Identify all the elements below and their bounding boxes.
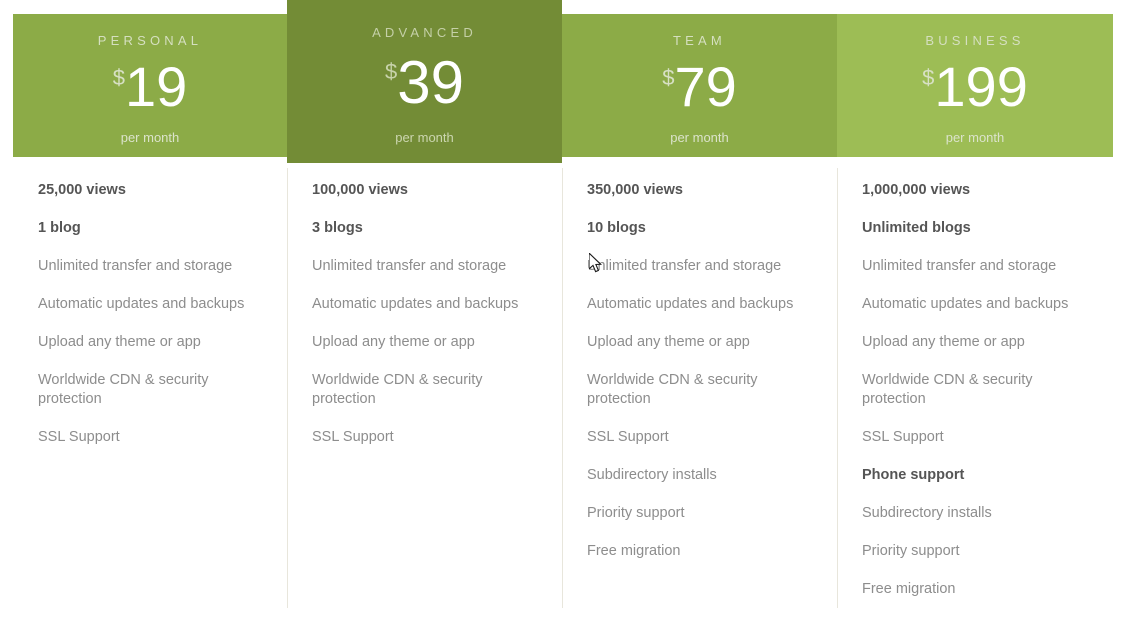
plan-header-personal: PERSONAL $19 per month xyxy=(13,14,287,157)
plan-price-business: $199 xyxy=(837,59,1113,115)
plan-period-advanced: per month xyxy=(395,130,454,145)
feature-item: Upload any theme or app xyxy=(587,334,750,350)
column-divider-2 xyxy=(837,168,838,608)
feature-list-business: 1,000,000 views Unlimited blogs Unlimited … xyxy=(837,181,1113,618)
feature-list-advanced: 100,000 views 3 blogs Unlimited transfer a… xyxy=(287,181,562,466)
plan-header-team: TEAM $79 per month xyxy=(562,14,837,157)
currency-symbol-advanced: $ xyxy=(385,59,398,84)
feature-item: Priority support xyxy=(862,543,960,559)
feature-item: Unlimited transfer and storage xyxy=(38,258,233,274)
feature-item: Unlimited blogs xyxy=(862,220,971,236)
price-amount-business: 199 xyxy=(934,55,1028,118)
feature-item: 25,000 views xyxy=(38,182,126,198)
feature-item: Automatic updates and backups xyxy=(862,296,1069,312)
currency-symbol-business: $ xyxy=(922,65,935,90)
feature-item: SSL Support xyxy=(312,429,394,445)
feature-item: 100,000 views xyxy=(312,182,408,198)
feature-item: Upload any theme or app xyxy=(312,334,475,350)
column-divider-0 xyxy=(287,168,288,608)
feature-item: 10 blogs xyxy=(587,220,646,236)
plan-period-team: per month xyxy=(670,130,729,145)
plan-column-team[interactable]: TEAM $79 per month 350,000 views 10 blogs Unl… xyxy=(562,0,837,608)
plan-period-personal: per month xyxy=(120,130,180,145)
feature-item: Unlimited transfer and storage xyxy=(312,258,507,274)
feature-item: Worldwide CDN & security protection xyxy=(312,372,483,407)
feature-list-team: 350,000 views 10 blogs Unlimited transfer … xyxy=(562,181,837,580)
plan-header-business: BUSINESS $199 per month xyxy=(837,14,1113,157)
feature-item: SSL Support xyxy=(587,429,669,445)
feature-item: Subdirectory installs xyxy=(862,505,992,521)
feature-item: 1 blog xyxy=(38,220,81,236)
plan-name-business: BUSINESS xyxy=(925,33,1025,48)
plan-name-team: TEAM xyxy=(673,33,726,48)
price-amount-personal: 19 xyxy=(124,55,188,118)
currency-symbol-team: $ xyxy=(662,65,675,90)
feature-item: Free migration xyxy=(587,543,681,559)
feature-item: 3 blogs xyxy=(312,220,363,236)
plan-name-advanced: ADVANCED xyxy=(372,25,477,40)
feature-item: 1,000,000 views xyxy=(862,182,971,198)
plan-price-advanced: $39 xyxy=(287,53,562,113)
feature-item: Worldwide CDN & security protection xyxy=(587,372,758,407)
feature-item: Automatic updates and backups xyxy=(38,296,245,312)
feature-item: Worldwide CDN & security protection xyxy=(38,372,209,407)
plan-column-personal[interactable]: PERSONAL $19 per month 25,000 views 1 blog Un… xyxy=(13,0,287,608)
feature-item: Unlimited transfer and storage xyxy=(862,258,1057,274)
plan-price-team: $79 xyxy=(562,59,837,115)
plan-period-business: per month xyxy=(945,130,1005,145)
feature-list-personal: 25,000 views 1 blog Unlimited transfer and… xyxy=(13,181,287,466)
feature-item: Free migration xyxy=(862,581,956,597)
plan-price-personal: $19 xyxy=(13,59,287,115)
feature-item: 350,000 views xyxy=(587,182,683,198)
plan-header-advanced: ADVANCED $39 per month xyxy=(287,0,562,163)
feature-item: Upload any theme or app xyxy=(862,334,1025,350)
feature-item: Priority support xyxy=(587,505,685,521)
feature-item: Unlimited transfer and storage xyxy=(587,258,782,274)
feature-item: Phone support xyxy=(862,467,965,483)
currency-symbol-personal: $ xyxy=(112,65,125,90)
plan-column-business[interactable]: BUSINESS $199 per month 1,000,000 views Unli… xyxy=(837,0,1113,608)
feature-item: SSL Support xyxy=(38,429,120,445)
feature-item: Upload any theme or app xyxy=(38,334,201,350)
feature-item: Subdirectory installs xyxy=(587,467,717,483)
price-amount-team: 79 xyxy=(674,55,737,118)
column-divider-1 xyxy=(562,168,563,608)
feature-item: Automatic updates and backups xyxy=(587,296,794,312)
plan-column-advanced[interactable]: ADVANCED $39 per month 100,000 views 3 blogs… xyxy=(287,0,562,608)
feature-item: SSL Support xyxy=(862,429,944,445)
price-amount-advanced: 39 xyxy=(397,49,464,116)
feature-item: Worldwide CDN & security protection xyxy=(862,372,1033,407)
pricing-table: PERSONAL $19 per month 25,000 views 1 blog Un… xyxy=(0,0,1126,608)
plan-name-personal: PERSONAL xyxy=(97,33,203,48)
feature-item: Automatic updates and backups xyxy=(312,296,519,312)
